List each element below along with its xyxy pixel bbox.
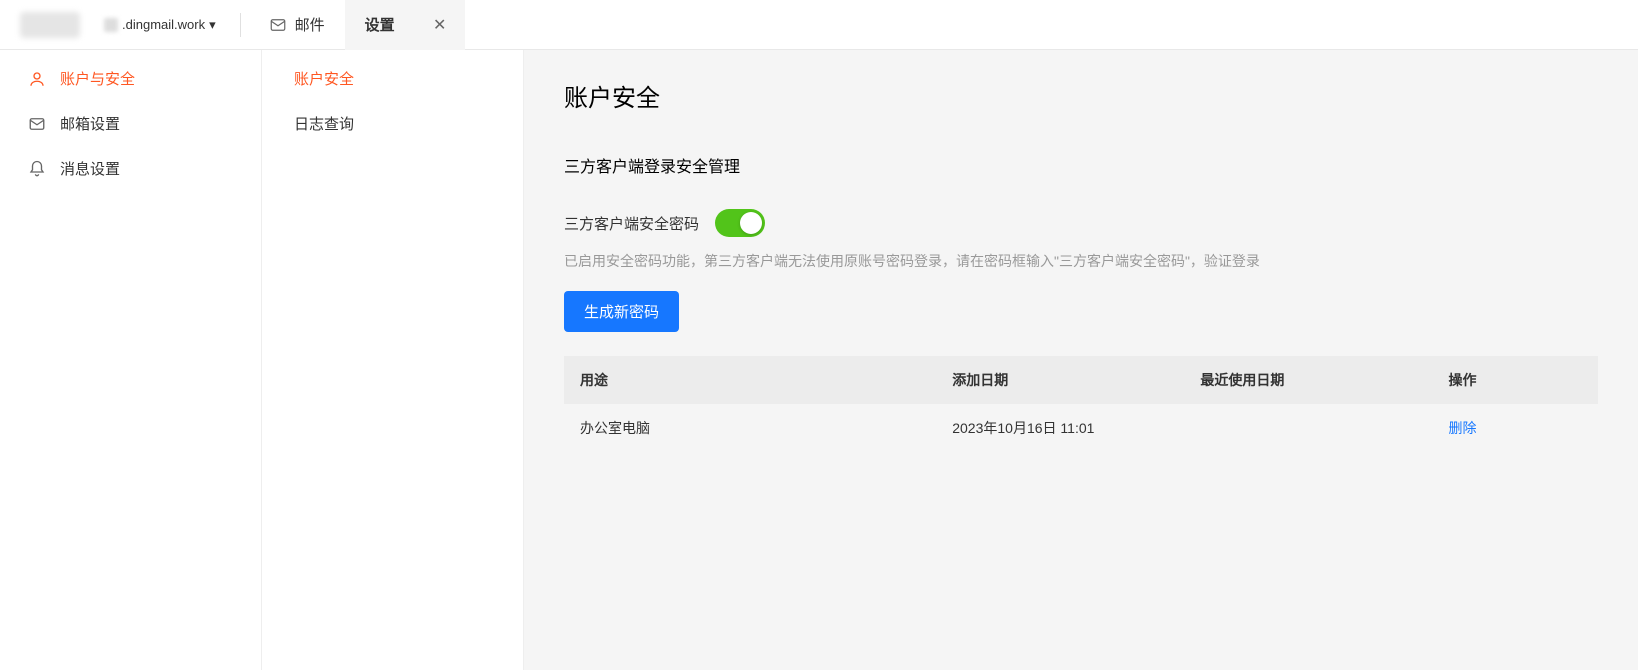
tab-mail[interactable]: 邮件 bbox=[249, 0, 345, 50]
th-action: 操作 bbox=[1433, 356, 1598, 404]
tab-settings[interactable]: 设置 bbox=[345, 0, 415, 50]
sidebar-primary: 账户与安全 邮箱设置 消息设置 bbox=[0, 50, 262, 670]
sidebar-item-mailbox-settings[interactable]: 邮箱设置 bbox=[0, 101, 261, 146]
sidebar-secondary: 账户安全 日志查询 bbox=[262, 50, 524, 670]
chevron-down-icon: ▾ bbox=[209, 17, 216, 33]
sidebar-item-label: 账户与安全 bbox=[60, 68, 135, 89]
tab-mail-label: 邮件 bbox=[295, 14, 325, 35]
domain-prefix-blur bbox=[104, 18, 118, 32]
table-row: 办公室电脑 2023年10月16日 11:01 删除 bbox=[564, 404, 1598, 452]
sidebar-item-account-security[interactable]: 账户与安全 bbox=[0, 56, 261, 101]
tab-settings-wrapper: 设置 ✕ bbox=[345, 0, 465, 50]
sidebar-item-label: 消息设置 bbox=[60, 158, 120, 179]
cell-added: 2023年10月16日 11:01 bbox=[936, 404, 1184, 452]
page-title: 账户安全 bbox=[564, 78, 1598, 113]
tab-settings-label: 设置 bbox=[365, 14, 395, 35]
cell-purpose: 办公室电脑 bbox=[564, 404, 936, 452]
logo bbox=[0, 0, 100, 50]
main-layout: 账户与安全 邮箱设置 消息设置 账户安全 日志查询 账户安全 三方客户端登录安全… bbox=[0, 50, 1638, 670]
subnav-label: 账户安全 bbox=[294, 71, 354, 88]
cell-last-used bbox=[1184, 404, 1432, 452]
secure-password-toggle-row: 三方客户端安全密码 bbox=[564, 209, 1598, 237]
sidebar-item-label: 邮箱设置 bbox=[60, 113, 120, 134]
subnav-item-account-security[interactable]: 账户安全 bbox=[262, 56, 523, 101]
topbar: .dingmail.work ▾ 邮件 设置 ✕ bbox=[0, 0, 1638, 50]
logo-blur bbox=[20, 12, 80, 38]
tab-settings-close[interactable]: ✕ bbox=[415, 15, 465, 35]
delete-link[interactable]: 删除 bbox=[1449, 420, 1477, 436]
bell-icon bbox=[28, 160, 46, 178]
toggle-label: 三方客户端安全密码 bbox=[564, 213, 699, 234]
th-added: 添加日期 bbox=[936, 356, 1184, 404]
mail-icon bbox=[269, 16, 287, 34]
secure-password-hint: 已启用安全密码功能，第三方客户端无法使用原账号密码登录，请在密码框输入"三方客户… bbox=[564, 251, 1598, 271]
password-table: 用途 添加日期 最近使用日期 操作 办公室电脑 2023年10月16日 11:0… bbox=[564, 356, 1598, 452]
subnav-item-log-query[interactable]: 日志查询 bbox=[262, 101, 523, 146]
section-title: 三方客户端登录安全管理 bbox=[564, 153, 1598, 177]
toggle-knob bbox=[740, 212, 762, 234]
divider bbox=[240, 13, 241, 37]
subnav-label: 日志查询 bbox=[294, 116, 354, 133]
th-last-used: 最近使用日期 bbox=[1184, 356, 1432, 404]
close-icon: ✕ bbox=[433, 15, 446, 35]
domain-text: .dingmail.work bbox=[122, 17, 205, 32]
content-area: 账户安全 三方客户端登录安全管理 三方客户端安全密码 已启用安全密码功能，第三方… bbox=[524, 50, 1638, 670]
cell-action: 删除 bbox=[1433, 404, 1598, 452]
domain-selector[interactable]: .dingmail.work ▾ bbox=[100, 17, 232, 33]
th-purpose: 用途 bbox=[564, 356, 936, 404]
table-header-row: 用途 添加日期 最近使用日期 操作 bbox=[564, 356, 1598, 404]
generate-password-button[interactable]: 生成新密码 bbox=[564, 291, 679, 332]
user-icon bbox=[28, 70, 46, 88]
sidebar-item-notification-settings[interactable]: 消息设置 bbox=[0, 146, 261, 191]
mail-icon bbox=[28, 115, 46, 133]
secure-password-toggle[interactable] bbox=[715, 209, 765, 237]
